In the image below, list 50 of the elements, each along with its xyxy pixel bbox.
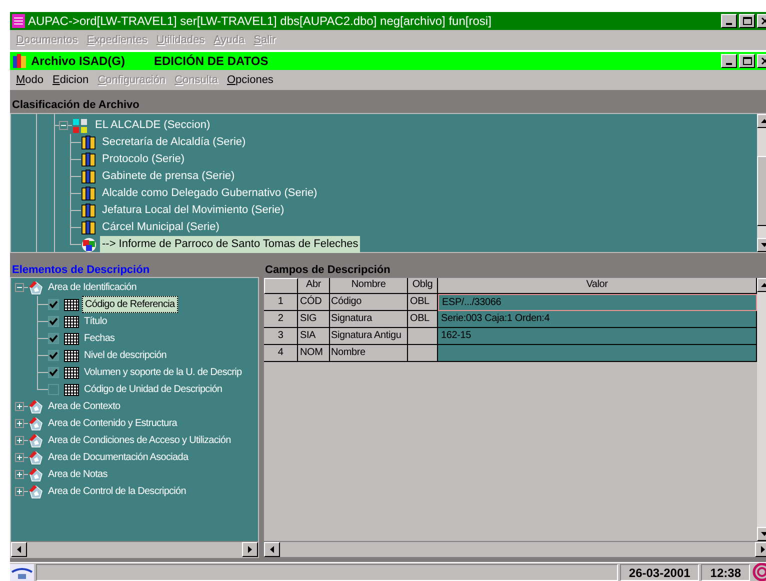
menu-item[interactable]: Opciones — [226, 72, 274, 88]
row-header[interactable]: 2 — [264, 311, 298, 328]
table-cell: CÓD — [298, 294, 330, 311]
table-cell: Signatura — [330, 311, 408, 328]
tree-item[interactable]: Protocolo (Serie) — [100, 151, 187, 168]
status-date: 26-03-2001 — [620, 564, 700, 580]
table-cell: Nombre — [330, 345, 408, 362]
menu-item[interactable]: Modo — [16, 72, 44, 88]
tree-item[interactable]: Cárcel Municipal (Serie) — [100, 219, 222, 236]
tree-item[interactable]: Area de Control de la Descripción — [48, 484, 186, 499]
table-cell: NOM — [298, 345, 330, 362]
table-cell[interactable]: ESP/.../33066 — [438, 294, 757, 311]
section-label: Elementos de Descripción — [11, 263, 151, 277]
row-header[interactable]: 1 — [264, 294, 298, 311]
status-time: 12:38 — [701, 564, 750, 580]
tree-item[interactable]: Area de Identificación — [48, 280, 136, 295]
tree-item[interactable]: Código de Unidad de Descripción — [82, 382, 224, 397]
table-cell: Signatura Antigu — [330, 328, 408, 345]
section-label: Campos de Descripción — [264, 263, 392, 277]
tree-item[interactable]: --> Informe de Parroco de Santo Tomas de Feleches — [100, 236, 360, 253]
tree-item[interactable]: Volumen y soporte de la U. de Descrip — [82, 365, 244, 380]
tree-item[interactable]: Area de Documentación Asociada — [48, 450, 188, 465]
tree-item[interactable]: Nivel de descripción — [82, 348, 168, 363]
tree-item[interactable]: Alcalde como Delegado Gubernativo (Serie) — [100, 185, 320, 202]
tree-item[interactable]: Fechas — [82, 331, 117, 346]
section-label: Clasificación de Archivo — [11, 98, 140, 112]
column-header[interactable]: Nombre — [330, 278, 408, 294]
table-cell: Código — [330, 294, 408, 311]
menu-item[interactable]: Edicion — [52, 72, 89, 88]
tree-item[interactable]: Area de Condiciones de Acceso y Utilización — [48, 433, 231, 448]
tree-item[interactable]: Código de Referencia — [82, 296, 178, 313]
table-cell: SIG — [298, 311, 330, 328]
tree-item[interactable]: Secretaría de Alcaldía (Serie) — [100, 134, 248, 151]
tree-item[interactable]: Gabinete de prensa (Serie) — [100, 168, 237, 185]
row-header[interactable]: 4 — [264, 345, 298, 362]
tree-item[interactable]: Area de Contenido y Estructura — [48, 416, 178, 431]
tree-item[interactable]: Area de Notas — [48, 467, 108, 482]
tree-item[interactable]: Area de Contexto — [48, 399, 120, 414]
tree-item[interactable]: Jefatura Local del Movimiento (Serie) — [100, 202, 286, 219]
child-window-title: Archivo ISAD(G) — [31, 53, 126, 70]
row-header[interactable]: 3 — [264, 328, 298, 345]
window-title: AUPAC->ord[LW-TRAVEL1] ser[LW-TRAVEL1] dbs[AUPAC2.dbo] neg[archivo] fun[rosi] — [28, 13, 492, 30]
tree-item[interactable]: Título — [82, 314, 109, 329]
table-cell: SIA — [298, 328, 330, 345]
window-subtitle: EDICIÓN DE DATOS — [154, 53, 268, 70]
tree-item[interactable]: EL ALCALDE (Seccion) — [93, 117, 212, 134]
column-header[interactable]: Oblg — [408, 278, 438, 294]
column-header[interactable]: Abr — [298, 278, 330, 294]
table-cell[interactable]: Serie:003 Caja:1 Orden:4 — [438, 311, 757, 328]
table-cell[interactable]: 162-15 — [438, 328, 757, 345]
